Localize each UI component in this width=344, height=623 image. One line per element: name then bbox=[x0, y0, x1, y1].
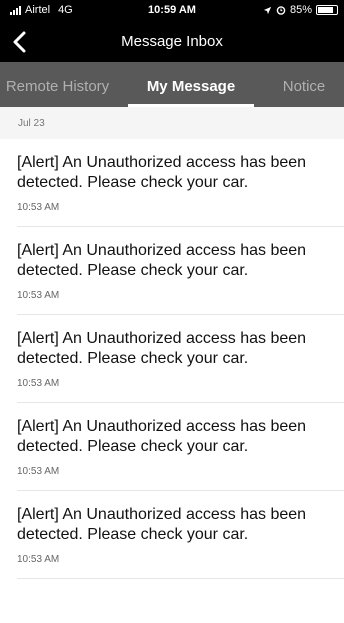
message-list: [Alert] An Unauthorized access has been … bbox=[0, 139, 344, 579]
status-bar-right: 85% bbox=[263, 4, 338, 16]
list-item[interactable]: [Alert] An Unauthorized access has been … bbox=[0, 139, 344, 227]
message-text: [Alert] An Unauthorized access has been … bbox=[17, 154, 307, 191]
divider bbox=[17, 578, 344, 579]
message-time: 10:53 AM bbox=[17, 466, 60, 477]
tab-remote-history[interactable]: Remote History bbox=[0, 62, 123, 107]
list-item[interactable]: [Alert] An Unauthorized access has been … bbox=[0, 403, 344, 491]
tab-notice[interactable]: Notice bbox=[258, 62, 344, 107]
list-item[interactable]: [Alert] An Unauthorized access has been … bbox=[0, 315, 344, 403]
alarm-icon bbox=[276, 6, 286, 15]
message-time: 10:53 AM bbox=[17, 378, 60, 389]
tab-bar: Remote History My Message Notice bbox=[0, 62, 344, 107]
location-arrow-icon bbox=[263, 6, 272, 14]
tab-my-message[interactable]: My Message bbox=[128, 62, 254, 107]
list-item[interactable]: [Alert] An Unauthorized access has been … bbox=[0, 491, 344, 579]
message-time: 10:53 AM bbox=[17, 290, 60, 301]
message-text: [Alert] An Unauthorized access has been … bbox=[17, 418, 307, 455]
message-text: [Alert] An Unauthorized access has been … bbox=[17, 506, 307, 543]
page-title: Message Inbox bbox=[121, 33, 223, 50]
battery-percent: 85% bbox=[289, 4, 312, 16]
message-time: 10:53 AM bbox=[17, 554, 60, 565]
list-item[interactable]: [Alert] An Unauthorized access has been … bbox=[0, 227, 344, 315]
status-bar: Airtel 4G 10:59 AM 85% bbox=[0, 0, 344, 21]
message-time: 10:53 AM bbox=[17, 202, 60, 213]
message-text: [Alert] An Unauthorized access has been … bbox=[17, 330, 307, 367]
message-text: [Alert] An Unauthorized access has been … bbox=[17, 242, 307, 279]
header-bar: Message Inbox bbox=[0, 21, 344, 62]
date-group-header: Jul 23 bbox=[0, 107, 344, 139]
battery-icon bbox=[316, 5, 338, 15]
